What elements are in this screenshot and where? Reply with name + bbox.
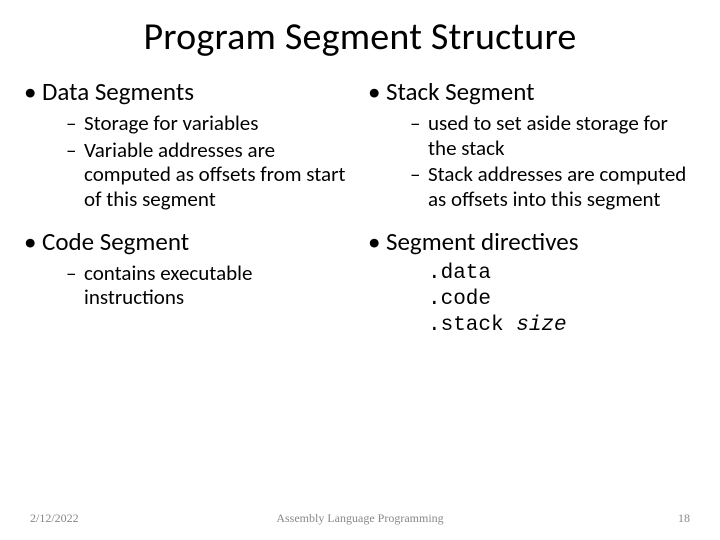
bullet-stack-segment: Stack Segment: [368, 78, 696, 107]
directive-code: .code: [428, 287, 696, 313]
footer-date: 2/12/2022: [0, 511, 248, 526]
slide: Program Segment Structure Data Segments …: [0, 0, 720, 540]
bullet-code-segment: Code Segment: [24, 228, 352, 257]
footer-page: 18: [472, 511, 720, 526]
directive-stack-size: size: [516, 314, 566, 337]
bullet-data-segments: Data Segments: [24, 78, 352, 107]
left-column: Data Segments Storage for variables Vari…: [24, 68, 360, 339]
subbullet-stack-storage: used to set aside storage for the stack: [368, 111, 696, 161]
subbullet-executable-instructions: contains executable instructions: [24, 261, 352, 311]
directive-stack: .stack size: [428, 313, 696, 339]
directive-stack-kw: .stack: [428, 314, 516, 337]
directive-block: .data .code .stack size: [368, 261, 696, 340]
subbullet-storage-variables: Storage for variables: [24, 111, 352, 136]
subbullet-stack-addresses: Stack addresses are computed as offsets …: [368, 162, 696, 212]
footer: 2/12/2022 Assembly Language Programming …: [0, 511, 720, 526]
slide-title: Program Segment Structure: [0, 0, 720, 60]
subbullet-variable-addresses: Variable addresses are computed as offse…: [24, 138, 352, 212]
directive-data: .data: [428, 261, 696, 287]
bullet-segment-directives: Segment directives: [368, 228, 696, 257]
right-column: Stack Segment used to set aside storage …: [360, 68, 696, 339]
footer-title: Assembly Language Programming: [248, 511, 472, 526]
slide-body: Data Segments Storage for variables Vari…: [0, 60, 720, 339]
